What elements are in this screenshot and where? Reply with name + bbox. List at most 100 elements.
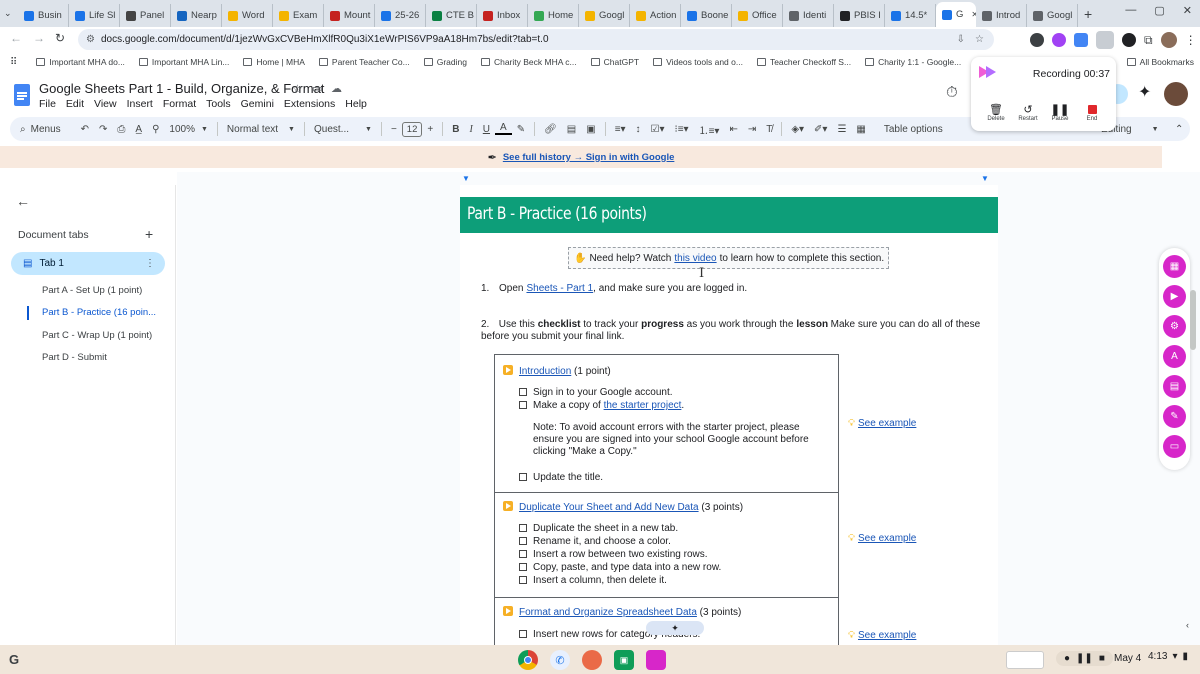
menu-item[interactable]: Edit [61,98,89,110]
browser-tab[interactable]: Nearp [171,4,222,27]
undo-icon[interactable]: ↶ [76,124,94,135]
bookmark-item[interactable]: ChatGPT [584,57,646,67]
this-video-link[interactable]: this video [674,253,716,264]
browser-tab[interactable]: G ✕ [936,2,976,27]
recorder-draw-icon[interactable]: ✎ [1163,405,1186,428]
checkbox[interactable] [519,524,527,532]
tab-1-item[interactable]: ▤ Tab 1 ⋮ [11,252,165,275]
add-tab-icon[interactable]: + [145,226,153,242]
clear-formatting-icon[interactable]: T̸ [761,124,777,135]
recorder-end-button[interactable]: End [1076,103,1108,122]
recorder-layout-icon[interactable]: ▦ [1163,255,1186,278]
see-full-history-link[interactable]: See full history → Sign in with Google [503,152,675,163]
browser-tab[interactable]: Mount [324,4,375,27]
screen-recorder-extension-icon[interactable] [1096,31,1114,49]
browser-tab[interactable]: Panel [120,4,171,27]
floating-sparkle-pill[interactable]: ✦ [646,621,704,635]
bookmark-item[interactable]: Teacher Checkoff S... [750,57,858,67]
checkbox[interactable] [519,550,527,558]
recorder-chat-icon[interactable]: ▭ [1163,435,1186,458]
insert-image-icon[interactable]: ▣ [581,124,600,135]
checklist-icon[interactable]: ☑▾ [646,124,670,135]
font-select[interactable]: Quest... ▼ [309,124,377,135]
bookmark-item[interactable]: Grading [417,57,474,67]
menu-item[interactable]: Tools [201,98,236,110]
border-color-icon[interactable]: ✐▾ [809,124,832,135]
recorder-play-icon[interactable]: ▶ [1163,285,1186,308]
site-info-icon[interactable]: ⚙ [86,34,95,45]
insert-link-icon[interactable]: 🔗︎ [539,124,562,135]
document-page[interactable]: Part B - Practice (16 points) ✋ Need hel… [460,185,998,645]
menu-item[interactable]: Format [158,98,201,110]
outline-heading-item[interactable]: Part C - Wrap Up (1 point) [0,324,176,347]
clock-tray[interactable]: 4:13 ▾ ▮ [1148,651,1188,662]
recorder-translate-icon[interactable]: A [1163,345,1186,368]
underline-icon[interactable]: U [478,124,495,135]
menu-item[interactable]: File [34,98,61,110]
tab-search-icon[interactable]: ⌄ [4,8,18,19]
cell-fill-icon[interactable]: ◈▾ [786,124,809,135]
recorder-settings-icon[interactable]: ⚙ [1163,315,1186,338]
recorder-delete-button[interactable]: 🗑︎ Delete [980,103,1012,122]
bookmark-item[interactable]: Videos tools and o... [646,57,750,67]
see-example-link[interactable]: See example [858,630,916,641]
text-color-icon[interactable]: A [495,123,512,135]
checkbox[interactable] [519,537,527,545]
numbered-list-icon[interactable]: ⒈≡▾ [694,122,725,137]
browser-tab[interactable]: 14.5* [885,4,936,27]
spellcheck-icon[interactable]: A̲ [130,124,147,135]
border-dash-icon[interactable]: ▦ [851,124,870,135]
back-icon[interactable]: ← [10,31,22,45]
bookmark-item[interactable]: Important MHA do... [29,57,132,67]
starter-project-link[interactable]: the starter project [604,400,682,411]
more-menu-icon[interactable]: ⋮ [1185,33,1197,47]
menu-item[interactable]: Insert [122,98,158,110]
launcher-icon[interactable]: G [9,652,19,667]
outline-heading-item[interactable]: Part B - Practice (16 poin... [0,302,176,325]
menus-search-button[interactable]: ⌕ Menus [10,124,66,135]
browser-tab[interactable]: 25-26 [375,4,426,27]
omnibox[interactable]: ⚙ docs.google.com/document/d/1jezWvGxCVB… [78,29,994,50]
align-icon[interactable]: ≡▾ [610,124,631,135]
extension-icon[interactable] [1030,33,1044,47]
checkbox[interactable] [519,576,527,584]
all-bookmarks[interactable]: All Bookmarks [1126,57,1194,67]
new-tab-icon[interactable]: + [1084,6,1092,22]
menu-item[interactable]: Gemini [236,98,279,110]
zoom-select[interactable]: 100% ▼ [164,124,213,135]
bold-icon[interactable]: B [447,124,464,135]
forward-icon[interactable]: → [33,31,45,45]
screencast-app-icon[interactable] [646,650,666,670]
reload-icon[interactable]: ↻ [55,31,65,45]
checkbox[interactable] [519,563,527,571]
url-text[interactable]: docs.google.com/document/d/1jezWvGxCVBeH… [101,34,549,45]
bookmark-item[interactable]: Important MHA Lin... [132,57,236,67]
add-comment-icon[interactable]: ▤ [562,124,581,135]
browser-tab[interactable]: Exam [273,4,324,27]
bookmark-item[interactable]: Home | MHA [236,57,312,67]
line-spacing-icon[interactable]: ↕ [631,124,646,135]
highlight-icon[interactable]: ✎ [512,124,530,135]
browser-tab[interactable]: Busin [18,4,69,27]
document-title[interactable]: Google Sheets Part 1 - Build, Organize, … [39,81,324,96]
bookmark-item[interactable]: Parent Teacher Co... [312,57,417,67]
tote-thumbnail[interactable] [1006,651,1044,669]
browser-tab[interactable]: Introd [976,4,1027,27]
format-organize-link[interactable]: Format and Organize Spreadsheet Data [519,607,697,618]
sheets-part-1-link[interactable]: Sheets - Part 1 [526,283,593,294]
vertical-scrollbar[interactable] [1190,290,1196,350]
browser-tab[interactable]: Action [630,4,681,27]
account-avatar[interactable] [1164,82,1188,106]
paint-format-icon[interactable]: ⚲ [147,124,164,135]
cloud-status-icon[interactable]: ☁ [331,82,342,95]
apps-grid-icon[interactable]: ⠿ [0,57,29,68]
decrease-indent-icon[interactable]: ⇤ [724,124,742,135]
menu-item[interactable]: View [89,98,122,110]
introduction-link[interactable]: Introduction [519,366,571,377]
decrease-font-size-icon[interactable]: − [386,124,402,135]
phone-app-icon[interactable]: ✆ [550,650,570,670]
expand-side-panel-icon[interactable]: ‹ [1186,620,1189,630]
redo-icon[interactable]: ↷ [94,124,112,135]
extension-icon[interactable] [1122,33,1136,47]
system-tray[interactable]: ● ❚❚ ■ [1056,651,1113,666]
